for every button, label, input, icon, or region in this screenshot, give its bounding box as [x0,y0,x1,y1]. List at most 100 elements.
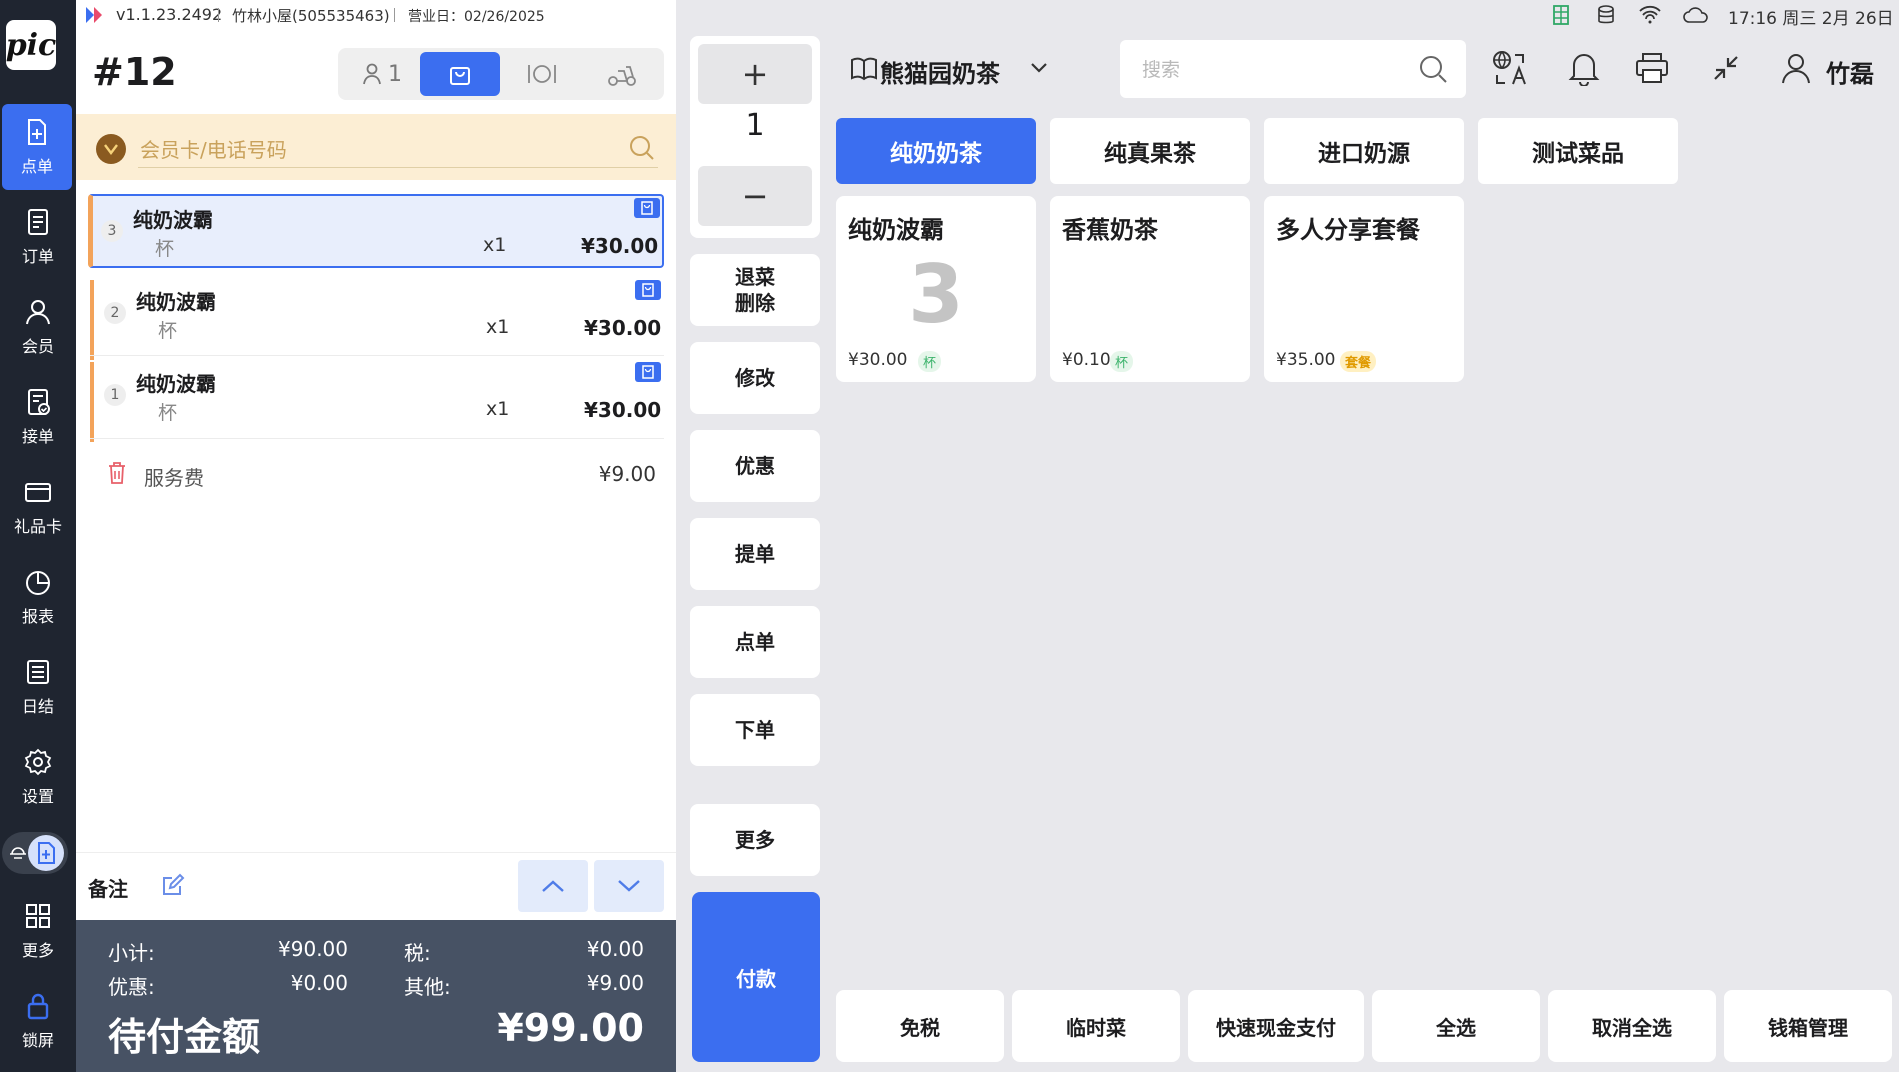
product-search [1120,40,1466,98]
product-name: 多人分享套餐 [1276,216,1420,244]
nav-accept[interactable]: 接单 [0,374,76,460]
divider [218,8,219,22]
vip-icon [96,134,126,164]
discount-button[interactable]: 优惠 [690,430,820,502]
nav-member[interactable]: 会员 [0,284,76,370]
business-day: 营业日：02/26/2025 [408,9,545,25]
cash-drawer-button[interactable]: 钱箱管理 [1724,990,1892,1062]
discount-value: ¥0.00 [290,971,348,995]
takeout-tag-icon [634,198,660,218]
wifi-icon [1639,5,1661,24]
increase-qty-button[interactable]: + [698,44,812,104]
grid-icon [26,904,50,928]
order-button[interactable]: 点单 [690,606,820,678]
takeout-button[interactable]: 提单 [690,518,820,590]
search-icon[interactable] [628,134,656,162]
notifications-button[interactable] [1562,46,1606,90]
category-tab[interactable]: 进口奶源 [1264,118,1464,184]
search-icon[interactable] [1418,54,1448,84]
printer-button[interactable] [1630,46,1674,90]
product-price: ¥35.00 [1276,350,1336,370]
scroll-up-button[interactable] [518,860,588,912]
item-price: ¥30.00 [581,234,659,258]
nav-gift-card[interactable]: 礼品卡 [0,464,76,550]
mode-takeout[interactable] [420,52,500,96]
category-tab[interactable]: 纯奶奶茶 [836,118,1036,184]
nav-order[interactable]: 点单 [2,104,72,190]
shopping-bag-icon [450,67,470,85]
trash-icon[interactable] [106,460,128,486]
orders-icon [28,209,48,235]
item-seq: 2 [104,302,126,324]
other-value: ¥9.00 [586,971,644,995]
nav-daily-close[interactable]: 日结 [0,644,76,730]
order-item-row[interactable]: 1 纯奶波霸 杯 x1 ¥30.00 [90,362,664,442]
person-icon [363,63,381,85]
takeout-tag-icon [635,280,661,300]
item-unit: 杯 [158,320,178,342]
nav-report[interactable]: 报表 [0,554,76,640]
order-item-row[interactable]: 2 纯奶波霸 杯 x1 ¥30.00 [90,280,664,360]
delete-label: 删除 [735,291,775,315]
modify-button[interactable]: 修改 [690,342,820,414]
category-tab[interactable]: 纯真果茶 [1050,118,1250,184]
item-seq: 1 [104,384,126,406]
chevron-down-icon[interactable] [1030,62,1048,74]
pay-button[interactable]: 付款 [692,892,820,1062]
language-button[interactable] [1488,46,1532,90]
nav-gift-card-label: 礼品卡 [13,517,62,536]
minimize-button[interactable] [1704,46,1748,90]
search-input[interactable] [1140,54,1404,86]
database-icon [1598,5,1614,24]
quick-order-toggle[interactable] [2,832,68,874]
temp-item-button[interactable]: 临时菜 [1012,990,1180,1062]
spreadsheet-icon [1553,5,1569,25]
guest-count-button[interactable]: 1 [342,52,422,96]
chevron-up-icon [542,880,564,892]
void-delete-button[interactable]: 退菜 删除 [690,254,820,326]
tax-label: 税: [404,941,431,965]
app-version: v1.1.23.2492 [116,5,223,24]
user-icon[interactable] [1780,52,1812,84]
product-card[interactable]: 纯奶波霸 3 ¥30.00 杯 [836,196,1036,382]
category-tab[interactable]: 测试菜品 [1478,118,1678,184]
more-button[interactable]: 更多 [690,804,820,876]
void-label: 退菜 [735,265,775,289]
store-selector[interactable]: 熊猫园奶茶 [880,54,1000,89]
member-search-input[interactable] [138,132,658,168]
discount-label: 优惠: [108,975,155,999]
edit-icon[interactable] [160,872,186,898]
remark-label: 备注 [88,877,128,901]
quick-cash-button[interactable]: 快速现金支付 [1188,990,1364,1062]
accept-order-icon [28,389,50,415]
other-label: 其他: [404,975,451,999]
deselect-all-button[interactable]: 取消全选 [1548,990,1716,1062]
mode-delivery[interactable] [582,52,662,96]
product-price: ¥0.10 [1062,350,1111,370]
quick-order-button[interactable] [28,835,64,871]
decrease-qty-button[interactable]: − [698,166,812,226]
select-all-button[interactable]: 全选 [1372,990,1540,1062]
product-card[interactable]: 多人分享套餐 ¥35.00 套餐 [1264,196,1464,382]
product-card[interactable]: 香蕉奶茶 ¥0.10 杯 [1050,196,1250,382]
mode-dine-in[interactable] [502,52,582,96]
quantity-stepper: + 1 − [690,36,820,238]
amount-due-label: 待付金额 [108,1015,261,1059]
place-order-button[interactable]: 下单 [690,694,820,766]
nav-more[interactable]: 更多 [0,888,76,974]
item-name: 纯奶波霸 [133,208,213,232]
nav-orders[interactable]: 订单 [0,194,76,280]
app-brand-icon [86,7,102,23]
item-unit: 杯 [158,402,178,424]
nav-settings[interactable]: 设置 [0,734,76,820]
order-item-row[interactable]: 3 纯奶波霸 杯 x1 ¥30.00 [88,194,664,268]
scroll-down-button[interactable] [594,860,664,912]
app-logo: pic [6,20,56,70]
subtotal-value: ¥90.00 [278,937,348,961]
tax-exempt-button[interactable]: 免税 [836,990,1004,1062]
product-name: 纯奶波霸 [848,216,944,244]
item-price: ¥30.00 [584,398,662,422]
nav-lock[interactable]: 锁屏 [0,978,76,1064]
takeout-tag-icon [635,362,661,382]
current-user[interactable]: 竹磊 [1826,54,1874,89]
